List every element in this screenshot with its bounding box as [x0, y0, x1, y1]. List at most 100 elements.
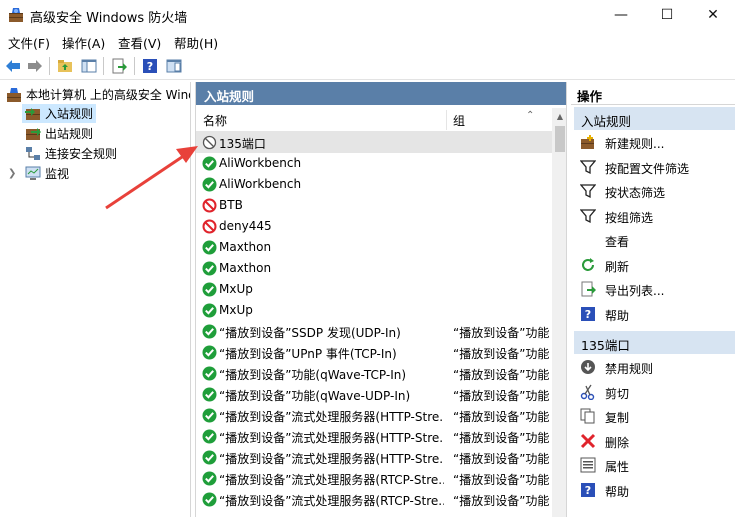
action-item[interactable]: 复制 [574, 404, 735, 428]
menu-view[interactable]: 查看(V) [118, 33, 161, 52]
rule-row[interactable]: “播放到设备”流式处理服务器(RTCP-Stre... “播放到设备”功能 [196, 489, 552, 510]
maximize-button[interactable]: ☐ [644, 0, 690, 30]
delete-icon [580, 433, 596, 449]
allow-check-icon [202, 408, 217, 423]
minimize-button[interactable]: — [598, 0, 644, 30]
action-item[interactable]: 禁用规则 [574, 355, 735, 379]
rules-list-pane: 入站规则 名称 组 ⌃ 135端口 AliWorkbench AliWorkbenc… [195, 82, 567, 517]
rule-group: “播放到设备”功能 [453, 494, 549, 508]
actions-section-inbound-rules[interactable]: 入站规则 [574, 107, 735, 130]
rule-name: “播放到设备”流式处理服务器(HTTP-Stre... [219, 410, 444, 424]
column-group-header[interactable]: 组 [453, 112, 465, 129]
block-icon [202, 198, 217, 213]
back-arrow-icon[interactable] [4, 57, 22, 75]
action-item[interactable]: 按配置文件筛选 [574, 155, 735, 179]
rule-row[interactable]: MxUp [196, 279, 552, 300]
block-icon [202, 219, 217, 234]
action-item[interactable]: ? 帮助 [574, 478, 735, 502]
action-item[interactable]: 刷新 [574, 253, 735, 277]
menu-action[interactable]: 操作(A) [62, 33, 105, 52]
allow-check-icon [202, 240, 217, 255]
rule-row[interactable]: AliWorkbench [196, 174, 552, 195]
action-label: 复制 [605, 411, 630, 425]
rule-row[interactable]: “播放到设备”功能(qWave-TCP-In) “播放到设备”功能 [196, 363, 552, 384]
tree-item-label: 监视 [45, 167, 70, 181]
rule-row[interactable]: MxUp [196, 300, 552, 321]
export-list-icon[interactable] [110, 57, 128, 75]
action-item[interactable]: 属性 [574, 453, 735, 477]
action-item[interactable]: 剪切 [574, 380, 735, 404]
help-icon[interactable]: ? [141, 57, 159, 75]
toolbar-separator [103, 57, 104, 75]
outbound-rules-icon [26, 128, 41, 140]
action-item[interactable]: 导出列表... [574, 277, 735, 301]
up-folder-icon[interactable] [56, 57, 74, 75]
rule-name: “播放到设备”流式处理服务器(HTTP-Stre... [219, 452, 444, 466]
svg-text:?: ? [585, 484, 591, 497]
monitor-icon [25, 166, 41, 180]
window-title: 高级安全 Windows 防火墙 [30, 11, 188, 26]
rule-group: “播放到设备”功能 [453, 389, 549, 403]
scroll-up-icon[interactable]: ▲ [552, 108, 566, 124]
rule-row[interactable]: “播放到设备”流式处理服务器(RTCP-Stre... “播放到设备”功能 [196, 468, 552, 489]
column-name-header[interactable]: 名称 [203, 112, 227, 129]
action-label: 禁用规则 [605, 362, 654, 376]
action-item[interactable]: ? 帮助 [574, 302, 735, 326]
allow-check-icon [202, 429, 217, 444]
tree-item-label: 连接安全规则 [45, 147, 118, 161]
action-item[interactable]: 按组筛选 [574, 204, 735, 228]
allow-check-icon [202, 324, 217, 339]
rule-row[interactable]: “播放到设备”流式处理服务器(HTTP-Stre... “播放到设备”功能 [196, 447, 552, 468]
cut-icon [580, 384, 596, 400]
column-divider[interactable] [446, 110, 447, 130]
forward-arrow-icon[interactable] [26, 57, 44, 75]
rule-row[interactable]: “播放到设备”流式处理服务器(HTTP-Stre... “播放到设备”功能 [196, 426, 552, 447]
allow-check-icon [202, 450, 217, 465]
action-icon-placeholder [580, 232, 596, 248]
action-item[interactable]: 查看 [574, 228, 735, 252]
rule-name: Maxthon [219, 261, 272, 275]
rule-row[interactable]: “播放到设备”SSDP 发现(UDP-In) “播放到设备”功能 [196, 321, 552, 342]
tree-root-local-computer[interactable]: 本地计算机 上的高级安全 Windows [6, 86, 190, 103]
rule-row[interactable]: BTB [196, 195, 552, 216]
rule-name: “播放到设备”流式处理服务器(HTTP-Stre... [219, 431, 444, 445]
menu-help[interactable]: 帮助(H) [174, 33, 218, 52]
tree-item-monitoring[interactable]: 监视 [22, 164, 72, 183]
rule-row[interactable]: Maxthon [196, 237, 552, 258]
action-item[interactable]: 新建规则... [574, 130, 735, 154]
title-bar: 高级安全 Windows 防火墙 — ☐ ✕ [0, 0, 735, 30]
tree-item-connection-security-rules[interactable]: 连接安全规则 [22, 144, 120, 163]
allow-check-icon [202, 387, 217, 402]
allow-check-icon [202, 492, 217, 507]
help-icon: ? [580, 306, 596, 322]
show-hide-tree-icon[interactable] [80, 57, 98, 75]
rule-row[interactable]: Maxthon [196, 258, 552, 279]
rule-row[interactable]: 135端口 [196, 132, 552, 153]
filter-icon [580, 183, 596, 199]
rule-name: “播放到设备”UPnP 事件(TCP-In) [219, 347, 397, 361]
rule-name: MxUp [219, 303, 253, 317]
rule-name: AliWorkbench [219, 177, 302, 191]
action-label: 新建规则... [605, 137, 665, 151]
menu-bar: 文件(F) 操作(A) 查看(V) 帮助(H) [0, 30, 735, 51]
scroll-thumb[interactable] [555, 126, 565, 152]
actions-section-selected-rule[interactable]: 135端口 [574, 331, 735, 354]
rule-name: 135端口 [219, 137, 266, 151]
filter-icon [580, 208, 596, 224]
tree-item-outbound-rules[interactable]: 出站规则 [22, 124, 96, 143]
rule-row[interactable]: AliWorkbench [196, 153, 552, 174]
action-item[interactable]: 按状态筛选 [574, 179, 735, 203]
rule-row[interactable]: “播放到设备”UPnP 事件(TCP-In) “播放到设备”功能 [196, 342, 552, 363]
close-button[interactable]: ✕ [690, 0, 735, 30]
menu-file[interactable]: 文件(F) [8, 33, 50, 52]
vertical-scrollbar[interactable]: ▲ [552, 108, 566, 517]
rule-row[interactable]: deny445 [196, 216, 552, 237]
action-item[interactable]: 删除 [574, 429, 735, 453]
chevron-right-icon[interactable]: ❯ [8, 168, 16, 179]
tree-item-inbound-rules[interactable]: 入站规则 [22, 104, 97, 123]
rule-row[interactable]: “播放到设备”流式处理服务器(HTTP-Stre... “播放到设备”功能 [196, 405, 552, 426]
rule-group: “播放到设备”功能 [453, 410, 549, 424]
show-hide-action-pane-icon[interactable] [165, 57, 183, 75]
actions-pane: 操作 入站规则 新建规则... 按配置文件筛选 按状态筛选 按组筛选 查看 刷新 导出列表.… [571, 82, 735, 517]
rule-row[interactable]: “播放到设备”功能(qWave-UDP-In) “播放到设备”功能 [196, 384, 552, 405]
